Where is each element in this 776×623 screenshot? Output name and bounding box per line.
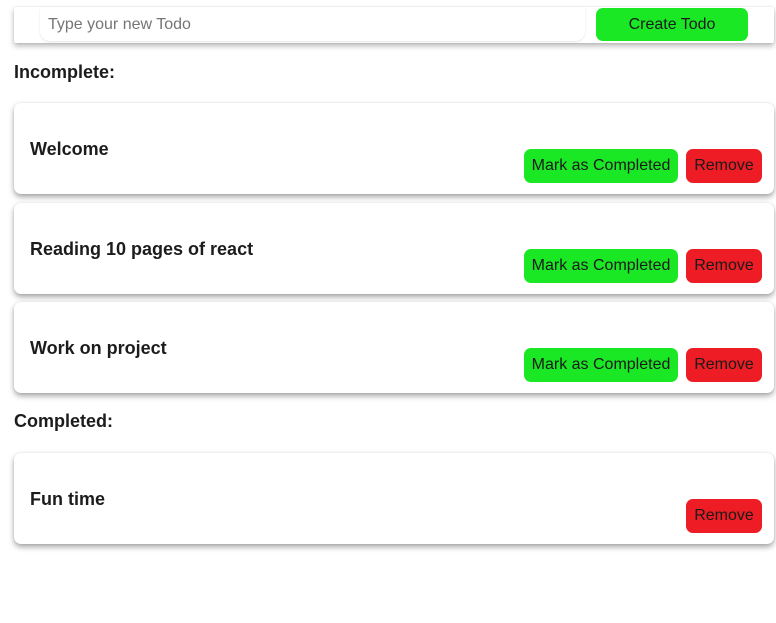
todo-title: Reading 10 pages of react	[30, 239, 254, 259]
new-todo-input[interactable]	[40, 8, 585, 41]
todo-card-incomplete: Welcome Mark as Completed Remove	[14, 103, 774, 194]
remove-button[interactable]: Remove	[686, 249, 762, 283]
create-todo-button[interactable]: Create Todo	[596, 8, 748, 41]
todo-title: Welcome	[30, 139, 109, 159]
remove-button[interactable]: Remove	[686, 499, 762, 533]
todo-card-incomplete: Reading 10 pages of react Mark as Comple…	[14, 203, 774, 294]
new-todo-bar: Create Todo	[14, 7, 774, 43]
remove-button[interactable]: Remove	[686, 149, 762, 183]
todo-card-completed: Fun time Remove	[14, 453, 774, 544]
mark-completed-button[interactable]: Mark as Completed	[524, 249, 678, 283]
todo-title: Fun time	[30, 489, 105, 509]
todo-title: Work on project	[30, 338, 167, 358]
todo-card-incomplete: Work on project Mark as Completed Remove	[14, 302, 774, 393]
completed-heading: Completed:	[14, 411, 113, 431]
mark-completed-button[interactable]: Mark as Completed	[524, 149, 678, 183]
mark-completed-button[interactable]: Mark as Completed	[524, 348, 678, 382]
incomplete-heading: Incomplete:	[14, 62, 116, 82]
remove-button[interactable]: Remove	[686, 348, 762, 382]
